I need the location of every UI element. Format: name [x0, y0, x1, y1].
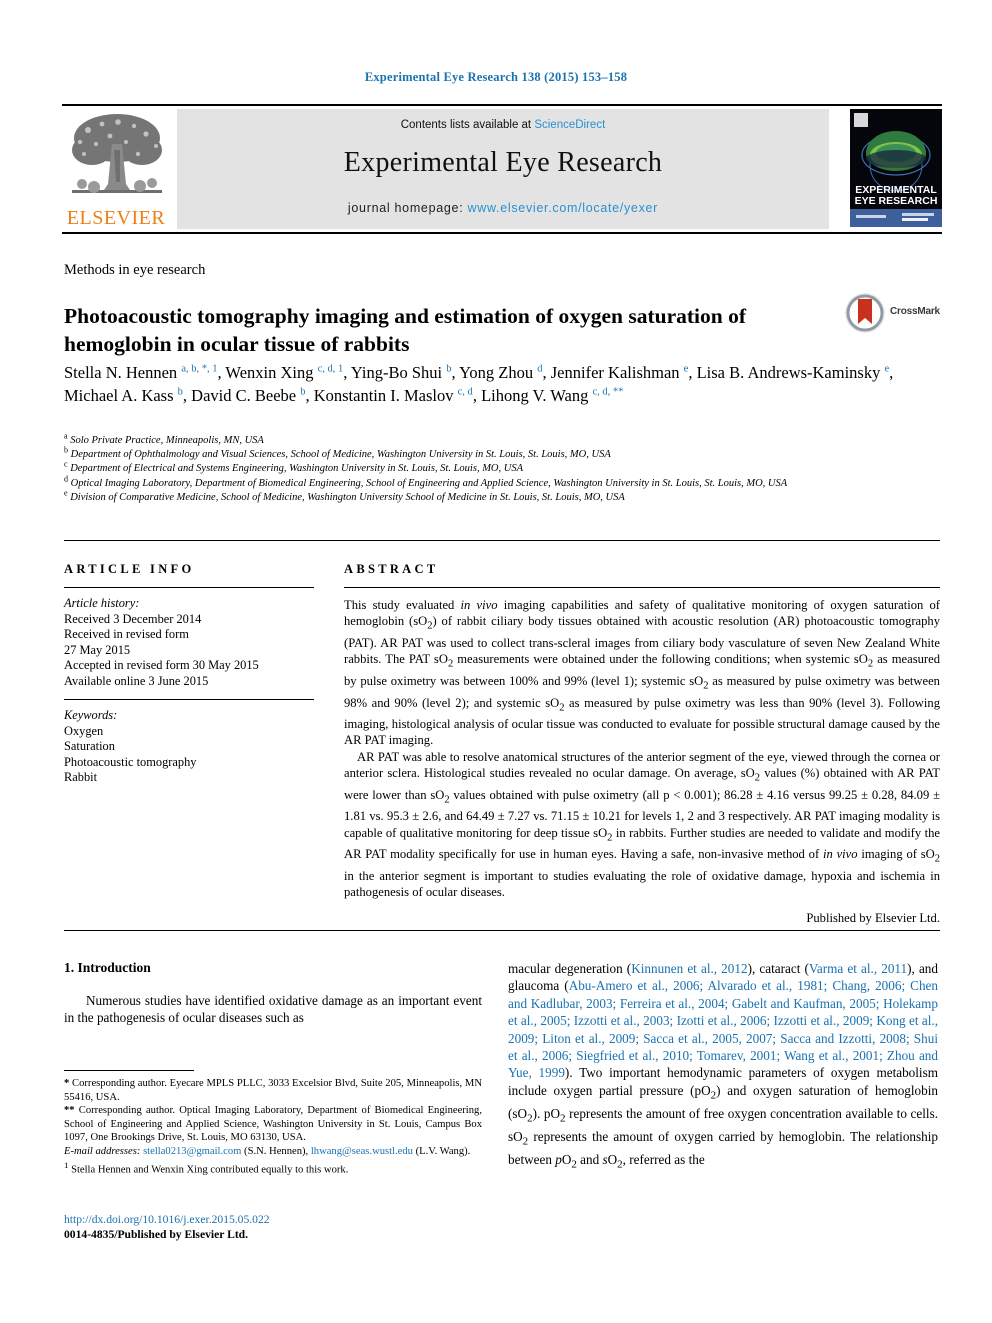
- journal-cover-thumbnail: EXPERIMENTAL EYE RESEARCH: [850, 109, 942, 227]
- footnote-block: * Corresponding author. Eyecare MPLS PLL…: [64, 1070, 482, 1177]
- section-heading-introduction: 1. Introduction: [64, 960, 151, 975]
- keyword-list: Keywords: Oxygen Saturation Photoacousti…: [64, 708, 314, 786]
- elsevier-tree-icon: [68, 110, 166, 206]
- affiliation-text: Optical Imaging Laboratory, Department o…: [70, 477, 788, 489]
- footnote-equal-contribution: 1 Stella Hennen and Wenxin Xing contribu…: [64, 1159, 349, 1176]
- keywords-rule: [64, 699, 314, 700]
- svg-text:EYE RESEARCH: EYE RESEARCH: [855, 195, 938, 207]
- abstract-rule: [344, 587, 940, 588]
- footnote-separator-rule: [64, 1070, 194, 1071]
- sciencedirect-link[interactable]: ScienceDirect: [534, 119, 605, 131]
- abstract-paragraph: AR PAT was able to resolve anatomical st…: [344, 749, 941, 900]
- affiliation-label: b: [64, 445, 68, 455]
- article-info-heading: ARTICLE INFO: [64, 562, 195, 576]
- journal-homepage-line: journal homepage: www.elsevier.com/locat…: [177, 201, 829, 215]
- affiliation-label: e: [64, 488, 68, 498]
- doi-link[interactable]: http://dx.doi.org/10.1016/j.exer.2015.05…: [64, 1212, 494, 1227]
- running-head: Experimental Eye Research 138 (2015) 153…: [364, 70, 628, 84]
- article-history-line: 27 May 2015: [64, 642, 131, 657]
- affiliation-label: a: [64, 431, 68, 441]
- elsevier-logo: ELSEVIER: [62, 106, 170, 232]
- keyword-item: Rabbit: [64, 770, 98, 784]
- journal-title: Experimental Eye Research: [343, 147, 663, 178]
- article-history-line: Received in revised form: [64, 627, 189, 641]
- keyword-item: Saturation: [64, 739, 115, 753]
- author-list: Stella N. Hennen a, b, *, 1, Wenxin Xing…: [64, 363, 894, 405]
- intro-paragraph-right: macular degeneration (Kinnunen et al., 2…: [508, 961, 938, 1171]
- abstract-publisher-line: Published by Elsevier Ltd.: [806, 911, 940, 926]
- affiliation-list: a Solo Private Practice, Minneapolis, MN…: [64, 431, 894, 505]
- affiliation-item: a Solo Private Practice, Minneapolis, MN…: [64, 431, 894, 448]
- abstract-body: This study evaluated in vivo imaging cap…: [344, 597, 940, 900]
- crossmark-label: CrossMark: [890, 306, 940, 317]
- footnote-email-addresses[interactable]: E-mail addresses: stella0213@gmail.com (…: [64, 1145, 482, 1159]
- abstract-paragraph: This study evaluated in vivo imaging cap…: [344, 598, 941, 748]
- affiliation-item: e Division of Comparative Medicine, Scho…: [64, 488, 894, 505]
- paper-page: Experimental Eye Research 138 (2015) 153…: [0, 0, 992, 1323]
- keyword-item: Oxygen: [64, 723, 104, 738]
- affiliation-label: c: [64, 459, 68, 469]
- intro-paragraph-left: Numerous studies have identified oxidati…: [64, 993, 482, 1026]
- abstract-block: ABSTRACT This study evaluated in vivo im…: [344, 562, 940, 926]
- article-info-block: ARTICLE INFO Article history: Received 3…: [64, 562, 314, 786]
- article-section-label: Methods in eye research: [64, 262, 206, 278]
- masthead-panel: Contents lists available at ScienceDirec…: [177, 109, 829, 229]
- page-title: Photoacoustic tomography imaging and est…: [64, 304, 747, 357]
- body-column-right: macular degeneration (Kinnunen et al., 2…: [508, 960, 938, 1174]
- crossmark-icon: [844, 292, 886, 334]
- journal-homepage-link[interactable]: www.elsevier.com/locate/yexer: [468, 201, 659, 215]
- article-history-line: Available online 3 June 2015: [64, 673, 209, 688]
- info-band-top-rule: [64, 540, 940, 541]
- elsevier-wordmark: ELSEVIER: [66, 207, 166, 229]
- footnote-corresponding-author-1: * Corresponding author. Eyecare MPLS PLL…: [64, 1078, 482, 1103]
- abstract-heading: ABSTRACT: [344, 562, 439, 576]
- article-history-label: Article history:: [64, 596, 140, 610]
- info-band-bottom-rule: [64, 930, 940, 931]
- affiliation-text: Department of Electrical and Systems Eng…: [70, 463, 524, 475]
- footnote-corresponding-author-2: ** Corresponding author. Optical Imaging…: [64, 1105, 482, 1144]
- crossmark-badge[interactable]: CrossMark: [844, 292, 944, 334]
- body-column-left: 1. Introduction Numerous studies have id…: [64, 960, 482, 1027]
- article-history-line: Received 3 December 2014: [64, 611, 202, 626]
- affiliation-label: d: [64, 474, 68, 484]
- affiliation-text: Division of Comparative Medicine, School…: [70, 491, 625, 503]
- article-info-rule: [64, 587, 314, 588]
- affiliation-text: Department of Ophthalmology and Visual S…: [70, 449, 611, 461]
- homepage-prefix: journal homepage:: [347, 201, 468, 215]
- doi-footer: http://dx.doi.org/10.1016/j.exer.2015.05…: [64, 1212, 494, 1242]
- article-history: Article history: Received 3 December 201…: [64, 596, 314, 689]
- affiliation-item: c Department of Electrical and Systems E…: [64, 459, 894, 476]
- contents-line: Contents lists available at ScienceDirec…: [177, 119, 829, 131]
- affiliation-text: Solo Private Practice, Minneapolis, MN, …: [70, 435, 264, 446]
- affiliation-item: b Department of Ophthalmology and Visual…: [64, 445, 894, 462]
- contents-prefix: Contents lists available at: [400, 119, 535, 131]
- keyword-item: Photoacoustic tomography: [64, 754, 197, 769]
- affiliation-item: d Optical Imaging Laboratory, Department…: [64, 474, 894, 491]
- journal-masthead: ELSEVIER Contents lists available at Sci…: [62, 104, 942, 234]
- article-history-line: Accepted in revised form 30 May 2015: [64, 658, 259, 672]
- keywords-label: Keywords:: [64, 708, 118, 722]
- issn-line: 0014-4835/Published by Elsevier Ltd.: [64, 1228, 249, 1241]
